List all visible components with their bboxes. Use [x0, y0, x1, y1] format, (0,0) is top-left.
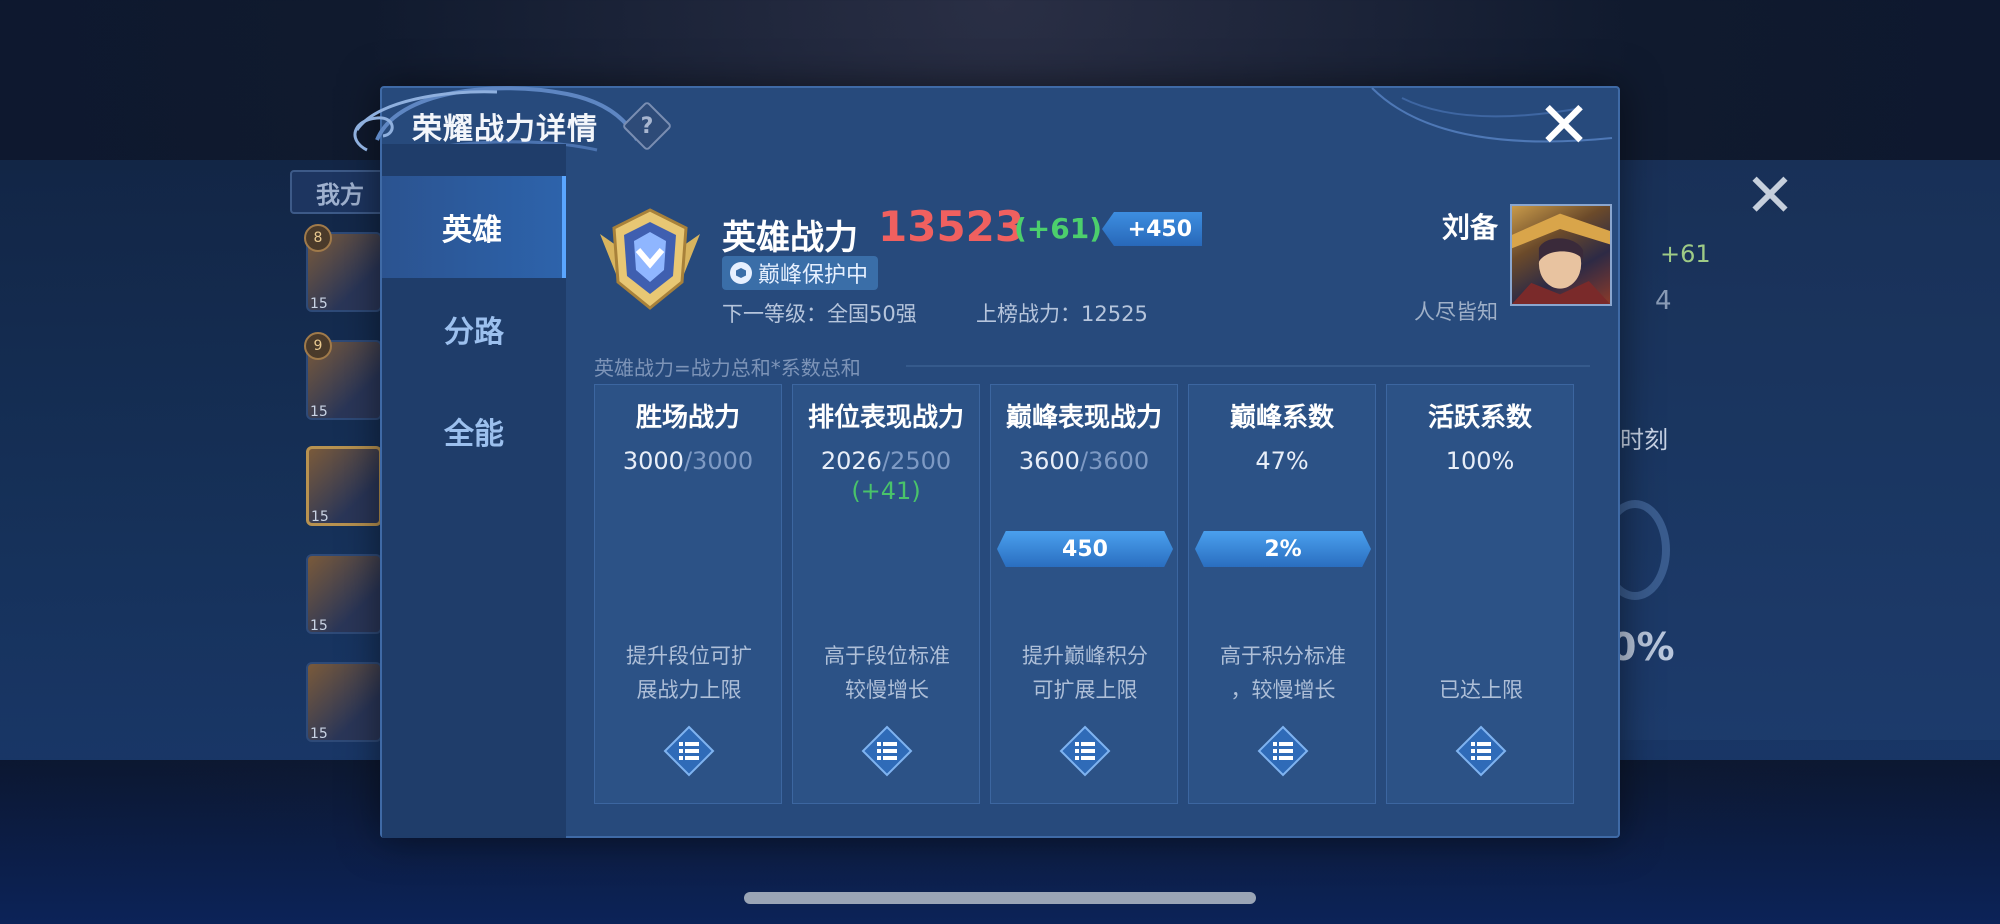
cap-value: 2500 [890, 447, 952, 475]
desc-line-1: 提升巅峰积分 [1022, 644, 1148, 668]
current-value: 2026 [820, 447, 882, 475]
hero-rank-badge: 9 [304, 332, 332, 360]
hero-level: 15 [310, 404, 328, 420]
current-value: 3600 [1018, 447, 1080, 475]
card-description: 已达上限 [1401, 637, 1561, 707]
home-indicator[interactable] [744, 892, 1256, 904]
hero-power-value: 13523 [878, 202, 1025, 251]
rank-power-text: 上榜战力：12525 [976, 302, 1148, 326]
list-diamond-icon[interactable] [1455, 725, 1507, 777]
card-ribbon: 450 [997, 531, 1173, 567]
background-hero-5: 15 [306, 662, 382, 742]
value-separator: / [1079, 447, 1089, 475]
hero-power-delta: (+61) [1014, 212, 1103, 245]
card-description: 高于积分标准 ，较慢增长 [1203, 637, 1363, 707]
background-label: 时刻 [1620, 426, 1668, 454]
rank-emblem-icon [600, 208, 700, 310]
sidebar: 英雄 分路 全能 [382, 144, 566, 838]
card-value: 2026/2500 [793, 447, 979, 475]
stat-card-win-power: 胜场战力 3000/3000 提升段位可扩 展战力上限 [594, 384, 782, 804]
tab-all-round[interactable]: 全能 [382, 380, 566, 482]
hero-level: 15 [310, 296, 328, 312]
background-hero-4: 15 [306, 554, 382, 634]
card-value: 3600/3600 [991, 447, 1177, 475]
card-delta: (+41) [851, 477, 921, 505]
card-title: 胜场战力 [635, 403, 740, 433]
next-level-text: 下一等级：全国50强 [722, 302, 917, 326]
hero-level: 15 [311, 509, 329, 525]
desc-line-1: 高于段位标准 [824, 644, 950, 668]
value-separator: / [683, 447, 693, 475]
list-diamond-icon[interactable] [1257, 725, 1309, 777]
background-tab-ally: 我方 [290, 170, 390, 214]
background-hero-2: 9 15 [304, 332, 382, 420]
hero-level: 15 [310, 726, 328, 742]
hero-level: 15 [310, 618, 328, 634]
peak-protect-badge: 巅峰保护中 [722, 256, 879, 290]
background-hero-3: 15 [306, 446, 382, 526]
hero-portrait-art [1512, 213, 1610, 304]
desc-line-2: 已达上限 [1439, 678, 1523, 702]
card-description: 高于段位标准 较慢增长 [807, 637, 967, 707]
card-title: 活跃系数 [1427, 403, 1532, 433]
stat-card-peak-coefficient: 巅峰系数 47% 2% 高于积分标准 ，较慢增长 [1188, 384, 1376, 804]
desc-line-1: 提升段位可扩 [626, 644, 752, 668]
modal-title: 荣耀战力详情 [412, 112, 598, 147]
divider [906, 365, 1590, 367]
hero-title: 人尽皆知 [1414, 300, 1498, 324]
current-value: 47% [1255, 447, 1309, 475]
cap-value: 3000 [692, 447, 754, 475]
hero-rank-badge: 8 [304, 224, 332, 252]
list-diamond-icon[interactable] [663, 725, 715, 777]
content-panel: 英雄战力 13523 (+61) +450 巅峰保护中 下一等级：全国50强 上… [566, 144, 1618, 838]
list-diamond-icon[interactable] [861, 725, 913, 777]
background-hero-1: 8 15 [304, 224, 382, 312]
stat-cards: 胜场战力 3000/3000 提升段位可扩 展战力上限 排位表现战力 2026/2… [594, 384, 1594, 804]
protect-label: 巅峰保护中 [758, 263, 869, 288]
card-title: 巅峰系数 [1229, 403, 1334, 433]
card-value: 100% [1387, 447, 1573, 475]
background-close-icon: ✕ [1744, 161, 1796, 231]
hero-portrait[interactable] [1510, 204, 1612, 306]
card-description: 提升段位可扩 展战力上限 [609, 637, 769, 707]
desc-line-1: 高于积分标准 [1220, 644, 1346, 668]
card-value: 47% [1189, 447, 1375, 475]
card-title: 巅峰表现战力 [1005, 403, 1162, 433]
stat-card-activity-coefficient: 活跃系数 100% 已达上限 [1386, 384, 1574, 804]
background-delta: +61 [1660, 240, 1711, 268]
card-ribbon: 2% [1195, 531, 1371, 567]
combat-power-modal: 荣耀战力详情 ? ✕ 英雄 分路 全能 英雄战力 13523 (+61) +45… [353, 86, 1620, 838]
tab-hero[interactable]: 英雄 [382, 176, 566, 278]
card-title: 排位表现战力 [807, 403, 964, 433]
current-value: 3000 [622, 447, 684, 475]
card-value: 3000/3000 [595, 447, 781, 475]
hero-name: 刘备 [1441, 211, 1498, 244]
background-count: 4 [1655, 286, 1672, 316]
bonus-tag: +450 [1102, 212, 1202, 246]
question-icon: ? [640, 113, 654, 139]
desc-line-2: 较慢增长 [845, 678, 929, 702]
card-description: 提升巅峰积分 可扩展上限 [1005, 637, 1165, 707]
desc-line-2: ，较慢增长 [1230, 678, 1336, 702]
hero-power-label: 英雄战力 [722, 218, 858, 258]
stat-card-peak-power: 巅峰表现战力 3600/3600 450 提升巅峰积分 可扩展上限 [990, 384, 1178, 804]
desc-line-2: 展战力上限 [636, 678, 742, 702]
desc-line-2: 可扩展上限 [1032, 678, 1138, 702]
stat-card-ranked-power: 排位表现战力 2026/2500 (+41) 高于段位标准 较慢增长 [792, 384, 980, 804]
tab-lane[interactable]: 分路 [382, 278, 566, 380]
value-separator: / [881, 447, 891, 475]
list-diamond-icon[interactable] [1059, 725, 1111, 777]
cap-value: 3600 [1088, 447, 1150, 475]
shield-icon [730, 262, 752, 284]
formula-text: 英雄战力=战力总和*系数总和 [594, 356, 861, 380]
current-value: 100% [1445, 447, 1515, 475]
